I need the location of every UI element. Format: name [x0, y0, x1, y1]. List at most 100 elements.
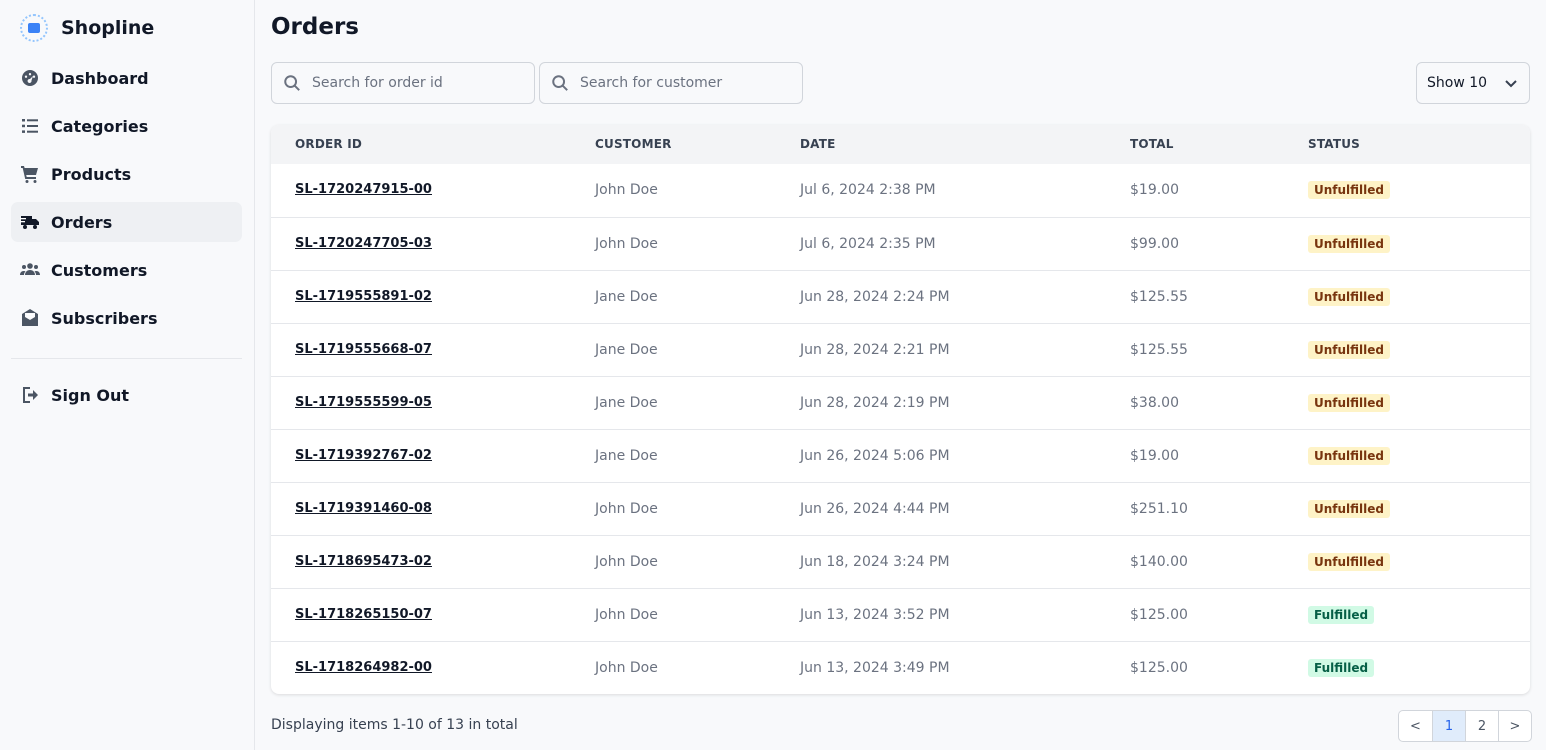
list-icon [19, 115, 41, 137]
table-header: ORDER ID CUSTOMER DATE TOTAL STATUS [271, 125, 1530, 164]
sidebar-item-label: Categories [51, 116, 149, 136]
status-badge: Unfulfilled [1308, 394, 1391, 412]
envelope-open-icon [19, 307, 41, 329]
sidebar-item-label: Subscribers [51, 308, 158, 328]
status-badge: Unfulfilled [1308, 235, 1391, 253]
status-badge: Unfulfilled [1308, 553, 1391, 571]
sign-out-button[interactable]: Sign Out [11, 375, 242, 415]
order-id-search-input[interactable] [312, 75, 512, 91]
order-id-link[interactable]: SL-1719391460-08 [295, 501, 432, 516]
date-cell: Jun 28, 2024 2:19 PM [800, 395, 950, 411]
order-id-link[interactable]: SL-1719555668-07 [295, 342, 432, 357]
status-badge: Fulfilled [1308, 606, 1375, 624]
total-cell: $38.00 [1130, 395, 1179, 411]
sidebar-item-label: Orders [51, 212, 113, 232]
date-cell: Jul 6, 2024 2:35 PM [800, 236, 936, 252]
table-row[interactable]: SL-1718265150-07 John Doe Jun 13, 2024 3:5… [271, 588, 1530, 641]
page-title: Orders [271, 14, 359, 40]
brand[interactable]: Shopline [20, 13, 154, 43]
total-cell: $251.10 [1130, 501, 1188, 517]
pagination-summary: Displaying items 1-10 of 13 in total [271, 717, 518, 733]
sidebar-item-categories[interactable]: Categories [11, 106, 242, 146]
next-page-button[interactable]: > [1498, 711, 1531, 741]
total-cell: $125.00 [1130, 660, 1188, 676]
order-search-field[interactable] [271, 62, 535, 104]
sidebar-item-label: Customers [51, 260, 148, 280]
orders-table: ORDER ID CUSTOMER DATE TOTAL STATUS SL-1… [271, 125, 1530, 694]
customer-cell: John Doe [595, 660, 658, 676]
column-header-customer[interactable]: CUSTOMER [595, 137, 672, 151]
table-row[interactable]: SL-1719555599-05 Jane Doe Jun 28, 2024 2:1… [271, 376, 1530, 429]
brand-name: Shopline [61, 17, 155, 39]
status-badge: Unfulfilled [1308, 288, 1391, 306]
table-row[interactable]: SL-1719391460-08 John Doe Jun 26, 2024 4:4… [271, 482, 1530, 535]
table-row[interactable]: SL-1719555668-07 Jane Doe Jun 28, 2024 2:2… [271, 323, 1530, 376]
status-badge: Unfulfilled [1308, 447, 1391, 465]
order-id-link[interactable]: SL-1718265150-07 [295, 607, 432, 622]
customer-cell: Jane Doe [595, 289, 658, 305]
table-row[interactable]: SL-1720247915-00 John Doe Jul 6, 2024 2:38… [271, 164, 1530, 217]
order-id-link[interactable]: SL-1720247705-03 [295, 236, 432, 251]
sidebar-nav: Dashboard Categories Products Orders Cus… [11, 58, 242, 346]
column-header-total[interactable]: TOTAL [1130, 137, 1174, 151]
table-row[interactable]: SL-1720247705-03 John Doe Jul 6, 2024 2:35… [271, 217, 1530, 270]
column-header-status[interactable]: STATUS [1308, 137, 1360, 151]
customer-cell: Jane Doe [595, 448, 658, 464]
date-cell: Jun 28, 2024 2:24 PM [800, 289, 950, 305]
status-badge: Unfulfilled [1308, 500, 1391, 518]
sidebar-item-label: Dashboard [51, 68, 149, 88]
sidebar-item-orders[interactable]: Orders [11, 202, 242, 242]
order-id-link[interactable]: SL-1719555891-02 [295, 289, 432, 304]
table-row[interactable]: SL-1718264982-00 John Doe Jun 13, 2024 3:4… [271, 641, 1530, 694]
table-row[interactable]: SL-1719555891-02 Jane Doe Jun 28, 2024 2:2… [271, 270, 1530, 323]
customer-cell: John Doe [595, 554, 658, 570]
status-badge: Unfulfilled [1308, 181, 1391, 199]
date-cell: Jun 28, 2024 2:21 PM [800, 342, 950, 358]
previous-page-button[interactable]: < [1399, 711, 1432, 741]
customer-cell: John Doe [595, 182, 658, 198]
users-icon [19, 259, 41, 281]
order-id-link[interactable]: SL-1718264982-00 [295, 660, 432, 675]
status-badge: Unfulfilled [1308, 341, 1391, 359]
search-icon [552, 75, 568, 91]
total-cell: $125.55 [1130, 289, 1188, 305]
customer-search-field[interactable] [539, 62, 803, 104]
cart-icon [19, 163, 41, 185]
total-cell: $19.00 [1130, 182, 1179, 198]
order-id-link[interactable]: SL-1718695473-02 [295, 554, 432, 569]
customer-cell: John Doe [595, 236, 658, 252]
sidebar-divider [11, 358, 242, 359]
total-cell: $125.00 [1130, 607, 1188, 623]
page-size-value: Show 10 [1427, 75, 1488, 91]
sidebar-item-subscribers[interactable]: Subscribers [11, 298, 242, 338]
column-header-order-id[interactable]: ORDER ID [295, 137, 362, 151]
search-icon [284, 75, 300, 91]
customer-cell: John Doe [595, 501, 658, 517]
date-cell: Jun 13, 2024 3:52 PM [800, 607, 950, 623]
sign-out-label: Sign Out [51, 385, 130, 405]
table-row[interactable]: SL-1718695473-02 John Doe Jun 18, 2024 3:2… [271, 535, 1530, 588]
order-id-link[interactable]: SL-1719392767-02 [295, 448, 432, 463]
page-size-select[interactable]: Show 10 [1416, 62, 1530, 104]
date-cell: Jun 26, 2024 4:44 PM [800, 501, 950, 517]
column-header-date[interactable]: DATE [800, 137, 836, 151]
total-cell: $140.00 [1130, 554, 1188, 570]
date-cell: Jul 6, 2024 2:38 PM [800, 182, 936, 198]
sidebar-item-customers[interactable]: Customers [11, 250, 242, 290]
total-cell: $125.55 [1130, 342, 1188, 358]
sidebar: Shopline Dashboard Categories Products O… [0, 0, 255, 750]
pagination: < 1 2 > [1398, 710, 1532, 742]
sidebar-item-products[interactable]: Products [11, 154, 242, 194]
page-button-1[interactable]: 1 [1432, 711, 1465, 741]
page-button-2[interactable]: 2 [1465, 711, 1498, 741]
date-cell: Jun 26, 2024 5:06 PM [800, 448, 950, 464]
table-row[interactable]: SL-1719392767-02 Jane Doe Jun 26, 2024 5:0… [271, 429, 1530, 482]
order-id-link[interactable]: SL-1719555599-05 [295, 395, 432, 410]
date-cell: Jun 18, 2024 3:24 PM [800, 554, 950, 570]
customer-search-input[interactable] [580, 75, 780, 91]
customer-cell: Jane Doe [595, 395, 658, 411]
truck-icon [19, 211, 41, 233]
order-id-link[interactable]: SL-1720247915-00 [295, 182, 432, 197]
sidebar-item-dashboard[interactable]: Dashboard [11, 58, 242, 98]
total-cell: $19.00 [1130, 448, 1179, 464]
